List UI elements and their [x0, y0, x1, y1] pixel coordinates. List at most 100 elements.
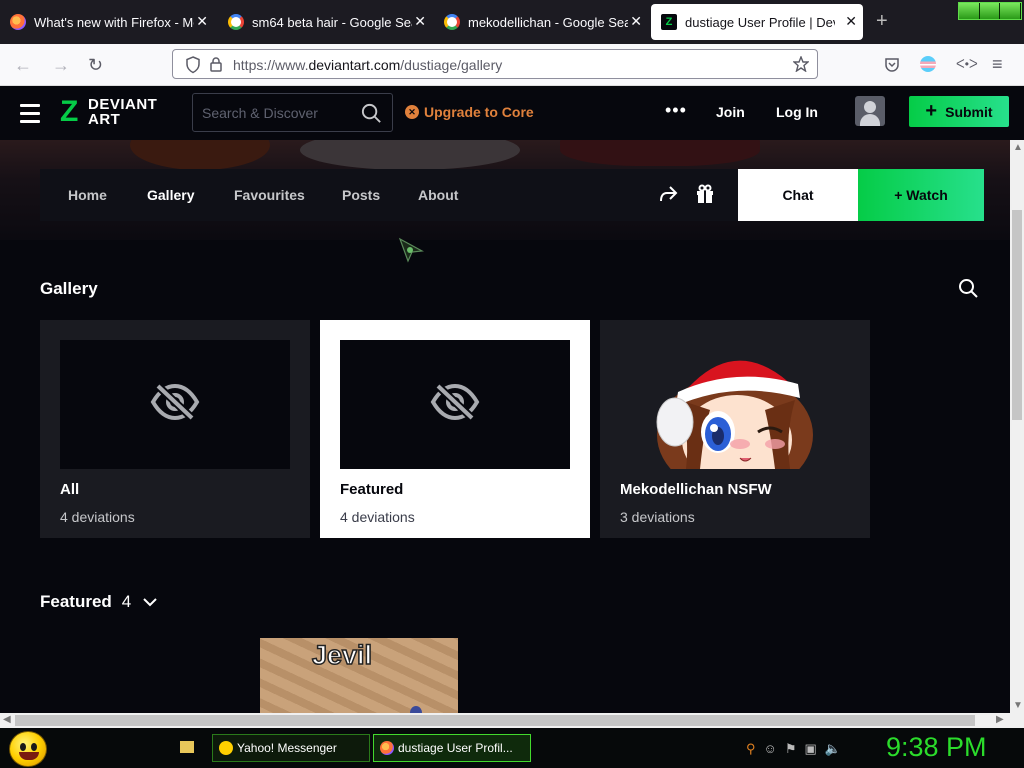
- scroll-left-icon[interactable]: ◀: [3, 714, 11, 725]
- deviantart-mark-icon: Z: [60, 95, 79, 128]
- upgrade-label: Upgrade to Core: [424, 104, 534, 120]
- thumbnail-caption: Jevil: [311, 639, 373, 671]
- gift-icon[interactable]: [696, 184, 714, 204]
- tab-about[interactable]: About: [418, 187, 458, 203]
- upgrade-to-core-link[interactable]: ✕ Upgrade to Core: [405, 104, 534, 120]
- featured-label: Featured: [40, 592, 112, 611]
- folder-count: 4 deviations: [340, 509, 415, 525]
- browser-tab[interactable]: What's new with Firefox - Mozilla ✕: [0, 4, 214, 40]
- scroll-down-icon[interactable]: ▼: [1013, 700, 1023, 711]
- window-controls[interactable]: [958, 2, 1022, 20]
- folder-thumbnail: [620, 340, 850, 495]
- search-placeholder: Search & Discover: [202, 105, 318, 121]
- extension-icon[interactable]: ᐸ•ᐳ: [956, 57, 978, 71]
- bookmark-star-icon[interactable]: [793, 56, 809, 72]
- vertical-scrollbar[interactable]: ▲ ▼: [1010, 140, 1024, 713]
- taskbar-item-label: Yahoo! Messenger: [237, 741, 337, 755]
- browser-tab-active[interactable]: Z dustiage User Profile | DeviantArt ✕: [651, 4, 863, 40]
- tab-gallery[interactable]: Gallery: [147, 187, 194, 203]
- browser-tab-strip: What's new with Firefox - Mozilla ✕ sm64…: [0, 0, 1024, 44]
- folder-count: 3 deviations: [620, 509, 695, 525]
- more-options-icon[interactable]: •••: [665, 100, 687, 121]
- avatar[interactable]: [855, 96, 885, 126]
- hidden-eye-icon: [430, 383, 480, 421]
- tab-favourites[interactable]: Favourites: [234, 187, 305, 203]
- hamburger-menu-icon[interactable]: [20, 104, 40, 123]
- horizontal-scrollbar[interactable]: ◀ ▶: [0, 713, 1024, 728]
- gallery-folder-card[interactable]: All 4 deviations: [40, 320, 310, 538]
- chat-button[interactable]: Chat: [738, 169, 858, 221]
- folder-thumbnail: [340, 340, 570, 469]
- account-icon[interactable]: [920, 56, 936, 72]
- url-bar[interactable]: https://www.deviantart.com/dustiage/gall…: [172, 49, 818, 79]
- folder-title: All: [60, 481, 80, 498]
- shield-icon[interactable]: [185, 56, 201, 74]
- join-link[interactable]: Join: [716, 104, 745, 120]
- clock[interactable]: 9:38 PM: [886, 732, 987, 763]
- tab-title: dustiage User Profile | DeviantArt: [685, 14, 835, 30]
- firefox-icon: [10, 14, 26, 30]
- close-icon[interactable]: ✕: [196, 13, 208, 30]
- profile-nav: Home Gallery Favourites Posts About Chat…: [40, 169, 984, 221]
- messenger-icon[interactable]: ☺: [764, 741, 777, 757]
- tab-title: What's new with Firefox - Mozilla: [34, 14, 194, 30]
- reload-icon[interactable]: ↻: [88, 55, 103, 76]
- deviation-thumbnail[interactable]: Jevil: [260, 638, 458, 713]
- chevron-down-icon: [143, 598, 157, 607]
- folder-title: Featured: [340, 481, 404, 498]
- plus-icon: +: [925, 100, 938, 122]
- volume-icon[interactable]: 🔈: [825, 741, 841, 757]
- search-input[interactable]: Search & Discover: [192, 93, 393, 132]
- gallery-search-icon[interactable]: [958, 278, 978, 298]
- scroll-up-icon[interactable]: ▲: [1013, 142, 1023, 153]
- google-icon: [444, 14, 460, 30]
- scroll-thumb[interactable]: [15, 715, 975, 726]
- close-icon[interactable]: ✕: [845, 13, 857, 30]
- browser-tab[interactable]: sm64 beta hair - Google Search ✕: [218, 4, 432, 40]
- tab-home[interactable]: Home: [68, 187, 107, 203]
- new-tab-button[interactable]: +: [876, 10, 888, 33]
- gallery-folder-card[interactable]: Mekodellichan NSFW 3 deviations: [600, 320, 870, 538]
- deviantart-icon: Z: [661, 14, 677, 30]
- deviantart-logo[interactable]: Z DEVIANT ART: [60, 96, 170, 130]
- watch-button[interactable]: + Watch: [858, 169, 984, 221]
- page-content: Home Gallery Favourites Posts About Chat…: [0, 140, 1010, 713]
- tab-posts[interactable]: Posts: [342, 187, 380, 203]
- taskbar-item-yahoo[interactable]: Yahoo! Messenger: [212, 734, 370, 762]
- yahoo-smiley-icon: [219, 741, 233, 755]
- tab-title: mekodellichan - Google Search: [468, 14, 628, 30]
- system-tray: ⚲ ☺ ⚑ ▣ 🔈: [746, 741, 841, 757]
- login-link[interactable]: Log In: [776, 104, 818, 120]
- network-icon[interactable]: ▣: [804, 741, 816, 757]
- scroll-thumb[interactable]: [1012, 210, 1022, 420]
- share-icon[interactable]: [658, 184, 678, 204]
- gallery-folder-card-selected[interactable]: Featured 4 deviations: [320, 320, 590, 538]
- lock-icon[interactable]: [209, 56, 223, 73]
- taskbar-item-label: dustiage User Profil...: [398, 741, 513, 755]
- site-header: Z DEVIANT ART Search & Discover ✕ Upgrade…: [0, 86, 1024, 140]
- google-icon: [228, 14, 244, 30]
- pocket-icon[interactable]: [884, 57, 900, 73]
- flag-icon[interactable]: ⚑: [785, 741, 797, 757]
- menu-icon[interactable]: ≡: [992, 54, 1003, 75]
- folder-icon[interactable]: [180, 741, 194, 753]
- search-icon[interactable]: [360, 102, 383, 125]
- back-icon[interactable]: ←: [14, 55, 32, 76]
- start-button-smiley-icon[interactable]: [9, 731, 47, 767]
- submit-button[interactable]: + Submit: [909, 96, 1009, 127]
- featured-section-toggle[interactable]: Featured 4: [40, 592, 157, 612]
- close-icon[interactable]: ✕: [630, 13, 642, 30]
- forward-icon[interactable]: →: [52, 55, 70, 76]
- close-icon[interactable]: ✕: [414, 13, 426, 30]
- page-title: Gallery: [40, 279, 98, 298]
- firefox-icon: [380, 741, 394, 755]
- search-icon[interactable]: ⚲: [746, 741, 756, 757]
- taskbar-item-firefox[interactable]: dustiage User Profil...: [373, 734, 531, 762]
- tab-title: sm64 beta hair - Google Search: [252, 14, 412, 30]
- scroll-right-icon[interactable]: ▶: [996, 714, 1004, 725]
- browser-nav-bar: ← → ↻ https://www.deviantart.com/dustiag…: [0, 44, 1024, 86]
- os-taskbar: Yahoo! Messenger dustiage User Profil...…: [0, 728, 1024, 768]
- browser-tab[interactable]: mekodellichan - Google Search ✕: [434, 4, 648, 40]
- folder-title: Mekodellichan NSFW: [620, 481, 772, 498]
- hidden-eye-icon: [150, 383, 200, 421]
